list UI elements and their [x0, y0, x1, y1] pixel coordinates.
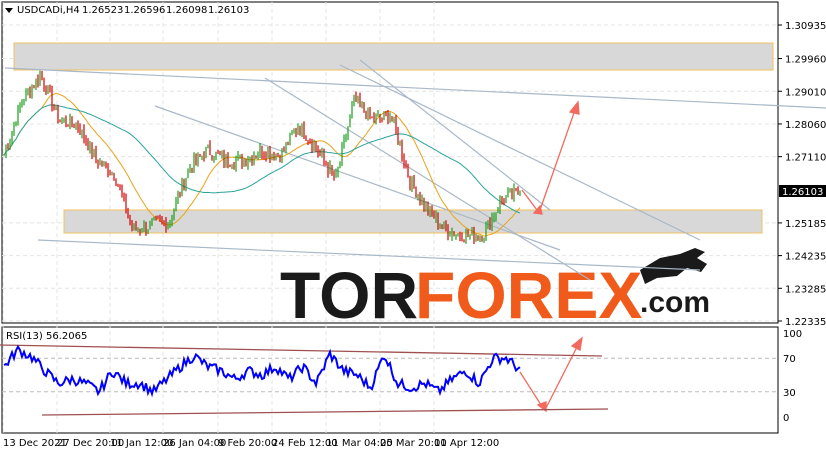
time-axis[interactable]: 13 Dec 202127 Dec 20:0011 Jan 12:0026 Ja…	[3, 438, 499, 449]
close-value: 1.26103	[208, 5, 249, 16]
price-tick-label: 1.22335	[785, 317, 826, 328]
current-price: 1.26103	[782, 187, 823, 198]
time-tick-label: 9 Feb 20:00	[218, 438, 277, 449]
resistance-zone	[13, 42, 774, 71]
price-tick-label: 1.29960	[785, 55, 826, 66]
low-value: 1.26098	[166, 5, 207, 16]
price-tick-label: 1.25185	[785, 219, 826, 230]
rsi-tick-label: 70	[783, 354, 796, 365]
support-zone	[63, 209, 763, 234]
svg-text:TOR: TOR	[280, 258, 418, 332]
rsi-tick-label: 0	[783, 413, 789, 424]
open-value: 1.26523	[82, 5, 123, 16]
rsi-tick-label: 30	[783, 388, 796, 399]
symbol-label: USDCADi,H4	[17, 5, 80, 16]
price-tick-label: 1.27110	[785, 153, 826, 164]
price-tick-label: 1.30935	[785, 21, 826, 32]
rsi-label: RSI(13) 56.2065	[6, 331, 87, 342]
price-tick-label: 1.28060	[785, 120, 826, 131]
svg-text:FOREX: FOREX	[415, 258, 642, 332]
price-tick-label: 1.24235	[785, 252, 826, 263]
price-tick-label: 1.29010	[785, 87, 826, 98]
high-value: 1.26596	[124, 5, 165, 16]
price-chart[interactable]: TOR FOREX .com USDCADi,H4 1.26523 1.2659…	[0, 0, 826, 455]
svg-text:.com: .com	[640, 286, 710, 319]
price-tick-label: 1.23285	[785, 284, 826, 295]
time-tick-label: 26 Jan 04:00	[163, 438, 226, 449]
time-tick-label: 11 Apr 12:00	[434, 438, 499, 449]
rsi-tick-label: 100	[783, 329, 802, 340]
